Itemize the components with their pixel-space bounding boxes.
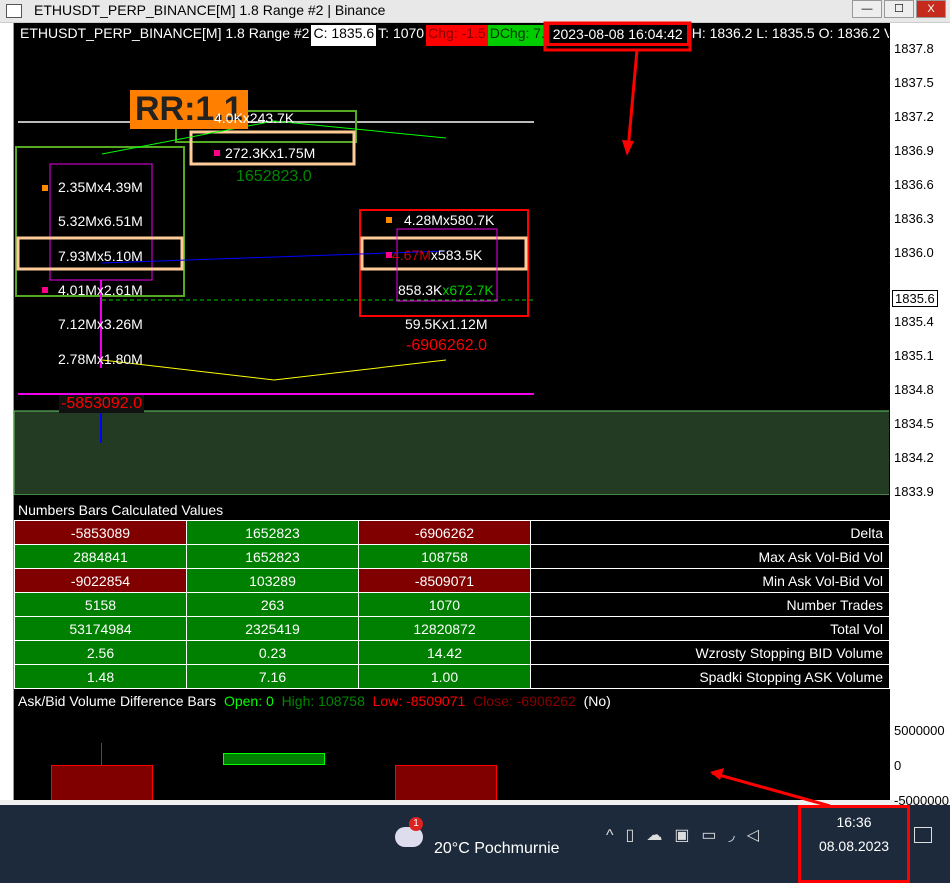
weather-text[interactable]: 20°C Pochmurnie [434,840,560,858]
clock-date: 08.08.2023 [818,838,890,854]
notifications-icon[interactable] [914,827,932,843]
arrow-down [626,49,639,151]
arrow-head [622,140,634,156]
tray-icons[interactable]: ^▯☁▣▭◞◁ [606,825,771,845]
annotation-arrows [543,21,831,808]
clock-time: 16:36 [836,814,872,830]
datetime-highlight [543,21,692,52]
taskbar: 1 20°C Pochmurnie ^▯☁▣▭◞◁ 16:36 08.08.20… [0,805,950,883]
arrow-up [711,771,831,808]
weather-badge: 1 [409,817,423,831]
clock[interactable]: 16:36 08.08.2023 [798,805,910,883]
